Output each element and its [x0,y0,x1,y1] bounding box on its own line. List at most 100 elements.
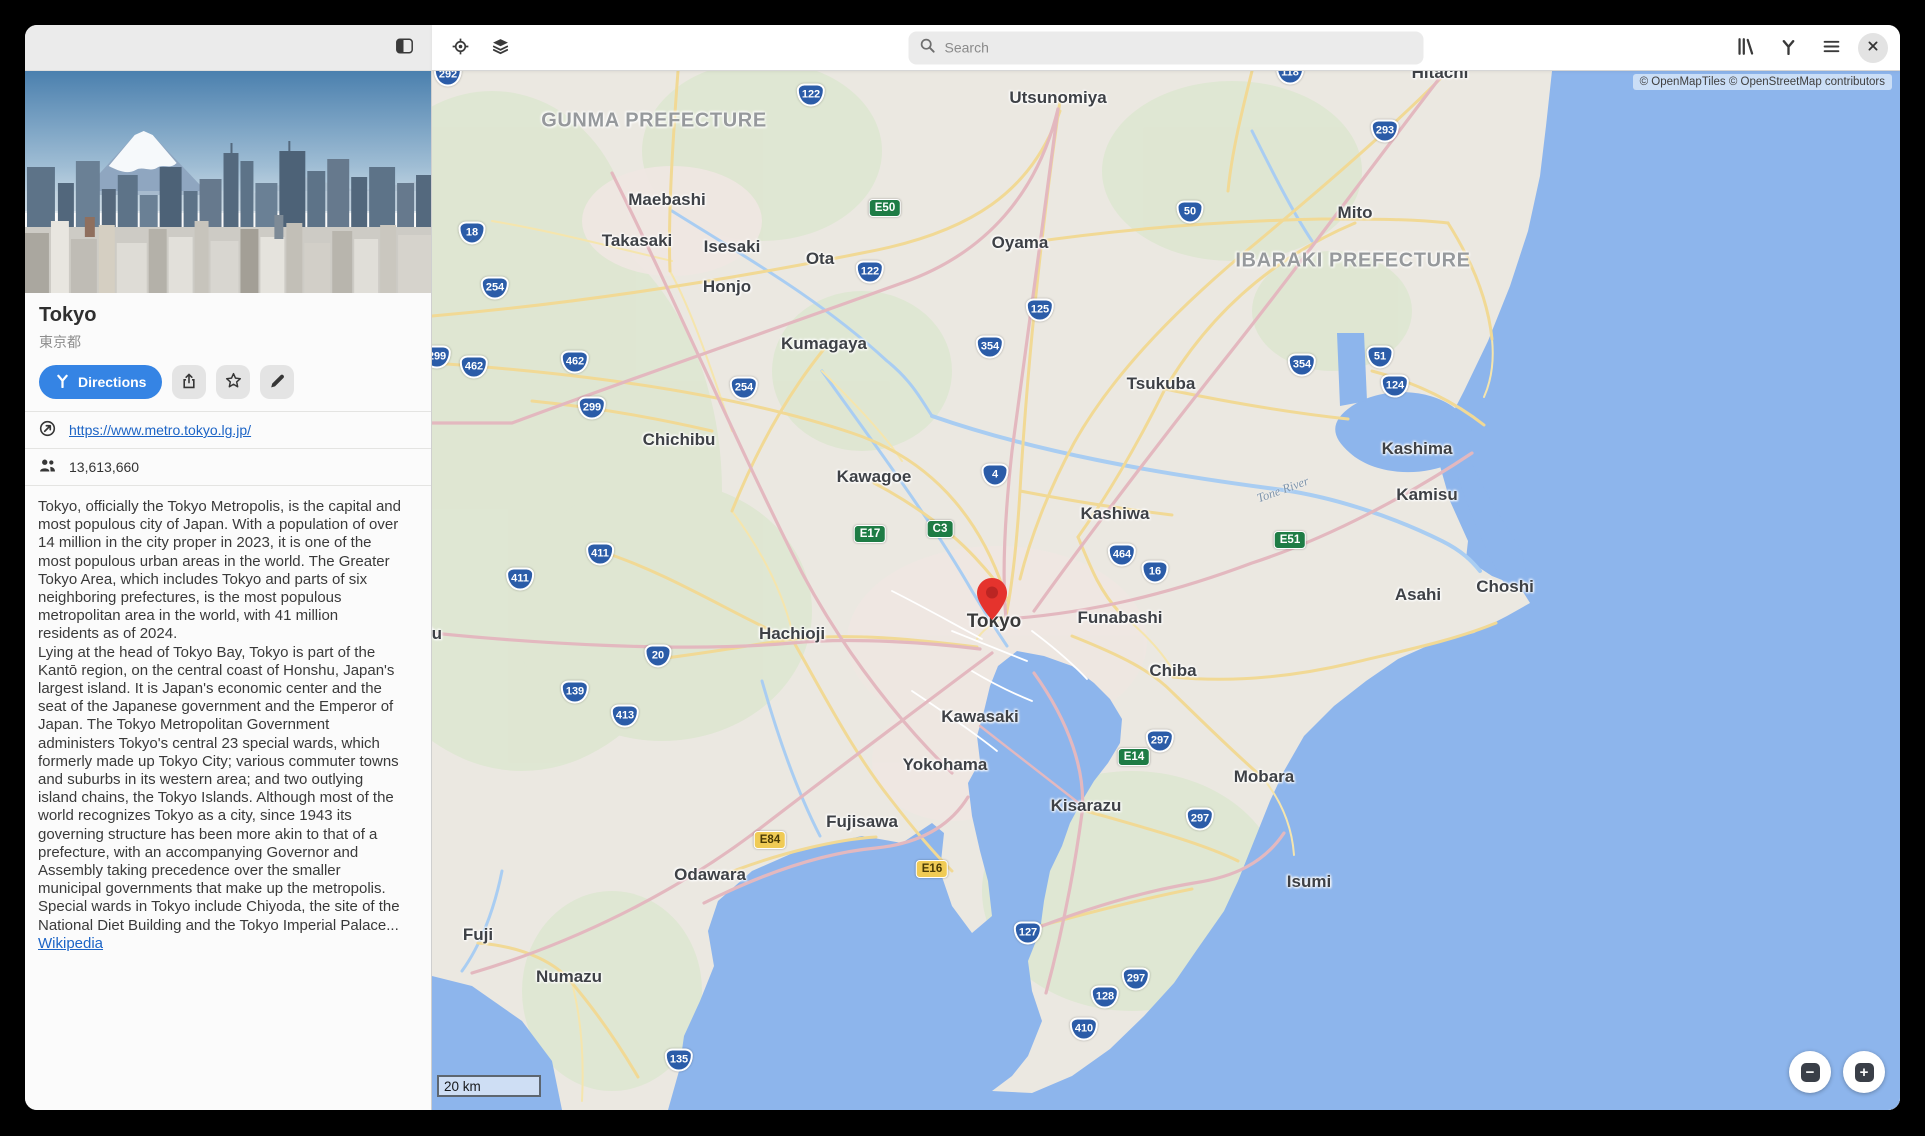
route-shield: 297 [1146,730,1174,753]
library-icon [1737,38,1754,58]
place-sidebar: Tokyo 東京都 Directions [25,71,432,1110]
zoom-out-icon: − [1801,1063,1820,1082]
map-pin[interactable] [976,577,1008,621]
city-label: Utsunomiya [1009,88,1106,108]
city-label: Tsukuba [1127,374,1196,394]
website-link[interactable]: https://www.metro.tokyo.lg.jp/ [69,422,251,438]
sidebar-toggle-icon [396,38,413,57]
city-label: Yokohama [903,755,988,775]
city-label: Chiba [1149,661,1196,681]
city-label: Maebashi [628,190,705,210]
route-shield: 410 [1070,1018,1098,1041]
map-canvas[interactable]: GUNMA PREFECTUREIBARAKI PREFECTUREUtsuno… [432,71,1900,1110]
place-native-name: 東京都 [39,332,417,352]
window-content: Tokyo 東京都 Directions [25,71,1900,1110]
header-bar [25,25,1900,71]
route-shield: 118 [1276,71,1304,85]
header-right-group [1729,32,1888,64]
route-shield: 18 [459,222,486,245]
route-shield: 128 [1091,986,1119,1009]
edit-button[interactable] [260,365,294,399]
window-close-button[interactable] [1858,33,1888,63]
search-icon [920,37,936,58]
city-label: Kisarazu [1051,796,1122,816]
wikipedia-link[interactable]: Wikipedia [38,935,103,952]
city-label: Ota [806,249,834,269]
place-info-rows: https://www.metro.tokyo.lg.jp/ 13,613,66… [25,411,431,486]
description-paragraph-2-text: Lying at the head of Tokyo Bay, Tokyo is… [38,644,400,934]
favorites-library-button[interactable] [1729,32,1761,64]
main-menu-button[interactable] [1815,32,1847,64]
place-head: Tokyo 東京都 Directions [25,293,431,411]
zoom-in-button[interactable]: + [1843,1051,1885,1093]
route-shield: 135 [665,1049,693,1072]
directions-button[interactable]: Directions [39,365,162,399]
locate-icon [452,38,469,58]
place-title: Tokyo [39,304,417,327]
hamburger-menu-icon [1823,38,1840,58]
map-attribution: © OpenMapTiles © OpenStreetMap contribut… [1633,74,1892,90]
route-icon [1780,38,1797,58]
expressway-badge: E14 [1118,748,1150,766]
city-label: Mito [1338,203,1373,223]
share-icon [181,373,197,392]
expressway-badge: E17 [854,525,886,543]
expressway-badge: E51 [1274,531,1306,549]
expressway-badge: E16 [916,860,948,878]
route-shield: 299 [432,346,451,369]
city-label: Isesaki [704,237,761,257]
header-left-group [444,32,516,64]
main-header [432,25,1900,71]
route-shield: 4 [982,464,1009,487]
route-shield: 354 [976,336,1004,359]
route-shield: 297 [1122,968,1150,991]
maps-app-window: Tokyo 東京都 Directions [25,25,1900,1110]
river-label: Tone River [1255,474,1311,507]
share-button[interactable] [172,365,206,399]
population-value: 13,613,660 [69,459,139,475]
route-shield: 127 [1014,922,1042,945]
city-label: Mobara [1234,767,1294,787]
expressway-badge: E50 [869,199,901,217]
expressway-badge: E84 [754,831,786,849]
pencil-icon [269,373,285,392]
city-label: Kumagaya [781,334,867,354]
search-input[interactable] [943,39,1413,57]
route-shield: 299 [578,397,606,420]
prefecture-label: IBARAKI PREFECTURE [1235,250,1470,273]
route-shield: 139 [561,681,589,704]
route-shield: 462 [460,356,488,379]
zoom-out-button[interactable]: − [1789,1051,1831,1093]
map-labels-overlay: GUNMA PREFECTUREIBARAKI PREFECTUREUtsuno… [432,71,1900,1110]
description-paragraph-2: Lying at the head of Tokyo Bay, Tokyo is… [38,644,403,953]
route-shield: 254 [730,377,758,400]
city-label: Choshi [1476,577,1534,597]
route-shield: 51 [1367,346,1394,369]
city-label: Fuji [463,925,493,945]
route-shield: 254 [481,277,509,300]
place-description: Tokyo, officially the Tokyo Metropolis, … [25,486,431,965]
route-shield: 293 [1371,120,1399,143]
city-label: Isumi [1287,872,1331,892]
locate-button[interactable] [444,32,476,64]
favorite-star-button[interactable] [216,365,250,399]
search-bar[interactable] [909,31,1424,64]
city-label: fu [432,624,442,644]
route-shield: 297 [1186,808,1214,831]
city-label: Kashiwa [1081,504,1150,524]
zoom-in-icon: + [1855,1063,1874,1082]
city-label: Kawagoe [837,467,912,487]
city-label: Kashima [1382,439,1453,459]
city-label: Kawasaki [941,707,1019,727]
sidebar-header [25,25,432,71]
city-label: Honjo [703,277,751,297]
city-label: Hachioji [759,624,825,644]
route-shield: 354 [1288,354,1316,377]
population-row: 13,613,660 [25,449,431,486]
layers-button[interactable] [484,32,516,64]
sidebar-toggle-button[interactable] [388,32,420,64]
description-paragraph-1: Tokyo, officially the Tokyo Metropolis, … [38,498,403,644]
city-label: Hitachi [1412,71,1469,83]
directions-route-icon [55,373,70,391]
route-planner-button[interactable] [1772,32,1804,64]
